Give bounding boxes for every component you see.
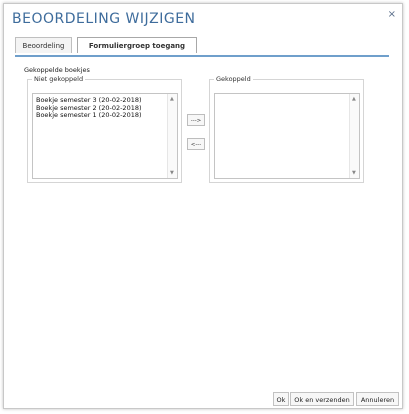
edit-assessment-dialog: BEOORDELING WIJZIGEN × Beoordeling Formu… xyxy=(3,3,403,409)
not-linked-legend: Niet gekoppeld xyxy=(34,75,84,83)
not-linked-items: Boekje semester 3 (20-02-2018) Boekje se… xyxy=(36,96,142,120)
list-item[interactable]: Boekje semester 1 (20-02-2018) xyxy=(36,111,142,120)
dialog-title: BEOORDELING WIJZIGEN xyxy=(12,11,196,27)
cancel-button[interactable]: Annuleren xyxy=(356,392,399,406)
scrollbar[interactable]: ▲ ▼ xyxy=(349,94,359,178)
section-label: Gekoppelde boekjes xyxy=(24,66,90,74)
not-linked-listbox[interactable]: Boekje semester 3 (20-02-2018) Boekje se… xyxy=(32,93,178,179)
scroll-up-icon[interactable]: ▲ xyxy=(352,96,356,102)
linked-group: Gekoppeld ▲ ▼ xyxy=(209,75,364,183)
linked-legend: Gekoppeld xyxy=(216,75,251,83)
scroll-up-icon[interactable]: ▲ xyxy=(170,96,174,102)
move-left-button[interactable]: <--- xyxy=(187,138,205,150)
ok-and-send-button[interactable]: Ok en verzenden xyxy=(290,392,354,406)
scroll-down-icon[interactable]: ▼ xyxy=(352,170,356,176)
scrollbar[interactable]: ▲ ▼ xyxy=(167,94,177,178)
linked-listbox[interactable]: ▲ ▼ xyxy=(214,93,360,179)
tab-formuliergroep-toegang[interactable]: Formuliergroep toegang xyxy=(77,37,197,53)
tab-beoordeling[interactable]: Beoordeling xyxy=(15,37,72,53)
move-right-button[interactable]: ---> xyxy=(187,114,205,126)
close-icon[interactable]: × xyxy=(388,9,396,20)
tab-underline xyxy=(15,55,389,57)
not-linked-group: Niet gekoppeld Boekje semester 3 (20-02-… xyxy=(27,75,182,183)
scroll-down-icon[interactable]: ▼ xyxy=(170,170,174,176)
ok-button[interactable]: Ok xyxy=(273,392,289,406)
